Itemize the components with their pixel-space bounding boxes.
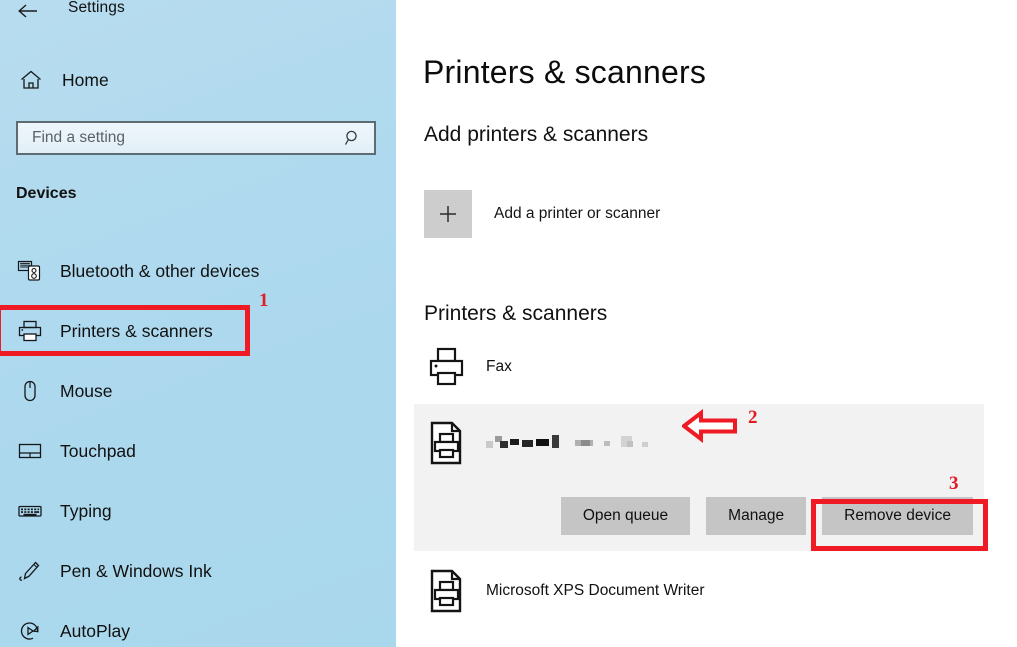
add-printer-or-scanner-label: Add a printer or scanner xyxy=(494,205,661,222)
printers-list-heading: Printers & scanners xyxy=(424,302,608,325)
sidebar-item-bluetooth-other-devices-label: Bluetooth & other devices xyxy=(60,260,260,281)
document-printer-icon xyxy=(424,420,468,466)
printer-list-item-xps-document-writer[interactable]: Microsoft XPS Document Writer xyxy=(424,564,705,618)
sidebar-item-autoplay-label: AutoPlay xyxy=(60,620,131,641)
page-title: Printers & scanners xyxy=(423,54,707,90)
settings-window: Settings Home Devices xyxy=(0,0,1017,647)
printer-list-item-xps-document-writer-label: Microsoft XPS Document Writer xyxy=(486,582,705,599)
sidebar-section-heading: Devices xyxy=(16,185,77,202)
mouse-icon xyxy=(8,379,52,403)
sidebar-item-printers-scanners[interactable]: Printers & scanners xyxy=(0,308,396,354)
sidebar-item-pen-windows-ink[interactable]: Pen & Windows Ink xyxy=(0,548,396,594)
search-icon[interactable] xyxy=(344,129,362,147)
selected-printer-name-redacted xyxy=(486,434,656,452)
printer-icon xyxy=(8,319,52,343)
window-title: Settings xyxy=(68,0,125,16)
sidebar-item-home[interactable]: Home xyxy=(0,62,396,98)
sidebar: Settings Home Devices xyxy=(0,0,396,647)
search-box[interactable] xyxy=(16,121,376,155)
add-section-heading: Add printers & scanners xyxy=(424,123,649,146)
annotation-number-1: 1 xyxy=(259,290,269,311)
sidebar-item-printers-scanners-label: Printers & scanners xyxy=(60,320,213,341)
sidebar-item-home-label: Home xyxy=(62,69,109,90)
fax-printer-icon xyxy=(424,345,468,389)
printer-list-item-fax-label: Fax xyxy=(486,358,512,375)
manage-button[interactable]: Manage xyxy=(706,497,807,535)
sidebar-item-mouse[interactable]: Mouse xyxy=(0,368,396,414)
sidebar-item-autoplay[interactable]: AutoPlay xyxy=(0,608,396,647)
sidebar-item-touchpad-label: Touchpad xyxy=(60,440,136,461)
annotation-number-3: 3 xyxy=(949,473,959,494)
back-arrow-icon[interactable] xyxy=(14,0,42,24)
search-input[interactable] xyxy=(18,123,318,153)
pen-icon xyxy=(8,559,52,583)
annotation-number-2: 2 xyxy=(748,407,758,428)
main-content: Printers & scanners Add printers & scann… xyxy=(396,0,1017,647)
autoplay-icon xyxy=(8,619,52,643)
selected-printer-actions: Open queue Manage Remove device xyxy=(414,494,984,538)
title-bar xyxy=(0,0,396,22)
keyboard-icon xyxy=(8,499,52,523)
open-queue-button[interactable]: Open queue xyxy=(560,497,691,535)
annotation-arrow-2 xyxy=(680,408,738,448)
sidebar-item-mouse-label: Mouse xyxy=(60,380,113,401)
sidebar-item-typing[interactable]: Typing xyxy=(0,488,396,534)
remove-device-button[interactable]: Remove device xyxy=(822,497,973,535)
bluetooth-devices-icon xyxy=(8,259,52,283)
add-printer-or-scanner-button[interactable]: Add a printer or scanner xyxy=(424,190,660,238)
plus-icon xyxy=(424,190,472,238)
sidebar-item-touchpad[interactable]: Touchpad xyxy=(0,428,396,474)
selected-printer-row[interactable] xyxy=(424,418,656,468)
printer-list-item-fax[interactable]: Fax xyxy=(424,340,512,394)
touchpad-icon xyxy=(8,439,52,463)
sidebar-item-bluetooth-other-devices[interactable]: Bluetooth & other devices xyxy=(0,248,396,294)
home-icon xyxy=(8,69,54,91)
sidebar-item-typing-label: Typing xyxy=(60,500,112,521)
document-printer-icon xyxy=(424,568,468,614)
sidebar-item-pen-windows-ink-label: Pen & Windows Ink xyxy=(60,560,212,581)
